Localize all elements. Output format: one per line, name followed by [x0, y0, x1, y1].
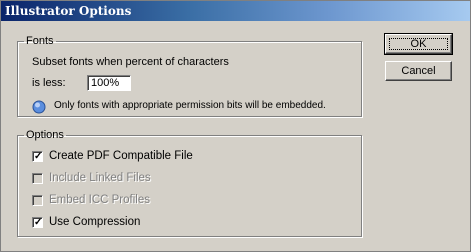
title-bar[interactable]: Illustrator Options — [1, 1, 470, 21]
cancel-button-label: Cancel — [401, 65, 436, 77]
window-title: Illustrator Options — [5, 4, 132, 18]
include-linked-files-checkbox-row[interactable]: Include Linked Files — [32, 170, 151, 186]
illustrator-options-dialog: Illustrator Options Fonts Subset fonts w… — [0, 0, 471, 252]
create-pdf-compatible-checkbox-row[interactable]: ✓ Create PDF Compatible File — [32, 148, 193, 164]
options-legend: Options — [26, 129, 64, 141]
info-text: Only fonts with appropriate permission b… — [54, 100, 326, 111]
cancel-button[interactable]: Cancel — [385, 61, 452, 81]
checkmark-icon: ✓ — [34, 150, 43, 162]
use-compression-label[interactable]: Use Compression — [49, 216, 140, 228]
use-compression-checkbox[interactable]: ✓ — [32, 216, 43, 228]
subset-fonts-label: Subset fonts when percent of characters — [32, 56, 229, 68]
create-pdf-compatible-checkbox[interactable]: ✓ — [32, 150, 43, 162]
threshold-input[interactable] — [87, 75, 131, 91]
is-less-label: is less: — [32, 77, 66, 89]
ok-button-label: OK — [410, 38, 427, 50]
fonts-legend: Fonts — [26, 35, 54, 47]
include-linked-files-label[interactable]: Include Linked Files — [49, 172, 151, 184]
embed-icc-profiles-checkbox-row[interactable]: Embed ICC Profiles — [32, 192, 150, 208]
include-linked-files-checkbox[interactable] — [32, 172, 43, 184]
ok-button[interactable]: OK — [384, 33, 453, 55]
use-compression-checkbox-row[interactable]: ✓ Use Compression — [32, 214, 140, 230]
options-group: Options ✓ Create PDF Compatible File Inc… — [17, 129, 362, 237]
checkmark-icon: ✓ — [34, 216, 43, 228]
info-icon — [32, 100, 46, 114]
create-pdf-compatible-label[interactable]: Create PDF Compatible File — [49, 150, 193, 162]
fonts-group: Fonts Subset fonts when percent of chara… — [17, 35, 362, 117]
embed-icc-profiles-label[interactable]: Embed ICC Profiles — [49, 194, 150, 206]
embed-icc-profiles-checkbox[interactable] — [32, 194, 43, 206]
